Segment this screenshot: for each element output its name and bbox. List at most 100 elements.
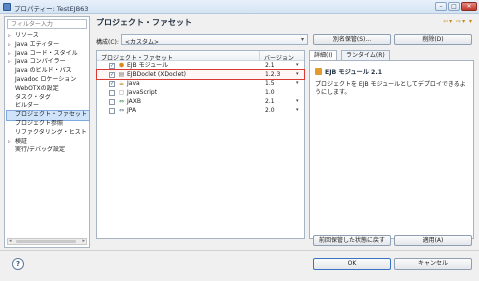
window-controls: – □ ✕ xyxy=(435,2,477,11)
facet-name: JavaScript xyxy=(127,89,158,96)
ok-button[interactable]: OK xyxy=(313,258,391,270)
property-tree: ▹ リソース ▹ Java エディター ▹ Java コード・スタイル ▹ Java コンパイ… xyxy=(6,32,90,155)
config-label: 構成(C): xyxy=(96,39,119,46)
facet-checkbox[interactable] xyxy=(109,98,115,105)
sidebar: ▹ リソース ▹ Java エディター ▹ Java コード・スタイル ▹ Java コンパイ… xyxy=(4,16,90,248)
sidebar-item[interactable]: Java のビルド・パス xyxy=(7,67,89,76)
revert-button[interactable]: 前回保管した状態に戻す xyxy=(313,235,391,246)
window-title: プロパティー: TestEJB63 xyxy=(14,5,89,13)
jpa-icon: ⇔ xyxy=(118,107,125,114)
expand-arrow-icon[interactable]: ▹ xyxy=(8,58,11,67)
detail-tabs: 詳細(I) ランタイム(R) xyxy=(309,50,474,60)
sidebar-item[interactable]: ▹ 検証 xyxy=(7,138,89,147)
facet-version[interactable]: 2.0 xyxy=(265,106,275,115)
sidebar-item[interactable]: ビルダー xyxy=(7,102,89,111)
maximize-icon[interactable]: □ xyxy=(448,2,460,11)
version-dropdown-icon[interactable]: ▾ xyxy=(296,106,299,115)
sidebar-item-label: タスク・タグ xyxy=(15,93,51,101)
expand-arrow-icon[interactable]: ▹ xyxy=(8,41,11,50)
version-dropdown-icon[interactable]: ▾ xyxy=(296,97,299,106)
scroll-left-icon[interactable]: ◂ xyxy=(9,239,12,244)
config-value: <カスタム> xyxy=(125,38,160,46)
sidebar-item[interactable]: リファクタリング・ヒスト xyxy=(7,129,89,138)
sidebar-item[interactable]: ▹ Java コード・スタイル xyxy=(7,50,89,59)
tab-runtime[interactable]: ランタイム(R) xyxy=(341,50,390,60)
close-icon[interactable]: ✕ xyxy=(461,2,477,11)
page-title: プロジェクト・ファセット xyxy=(96,18,192,27)
sidebar-item[interactable]: プロジェクト参照 xyxy=(7,120,89,129)
ejb-icon: ⬢ xyxy=(118,62,125,69)
scroll-thumb[interactable] xyxy=(16,240,76,243)
facet-checkbox[interactable]: ✓ xyxy=(109,62,115,69)
facet-checkbox[interactable] xyxy=(109,89,115,96)
sidebar-item-label: 実行/デバッグ設定 xyxy=(15,146,66,154)
facet-name: EJB モジュール xyxy=(127,62,169,69)
facet-row[interactable]: ✓ ☕ Java 1.5 ▾ xyxy=(97,79,304,88)
facet-version[interactable]: 1.0 xyxy=(265,88,275,97)
tab-details[interactable]: 詳細(I) xyxy=(309,50,338,60)
app-icon xyxy=(3,3,11,11)
sidebar-item-label: WebOTXの設定 xyxy=(15,84,59,92)
expand-arrow-icon[interactable]: ▹ xyxy=(8,138,11,147)
facet-rows: ✓ ⬢ EJB モジュール 2.1 ▾ ✓ ▤ EJBDoclet (XDoclet) 1.2.… xyxy=(96,61,305,115)
sidebar-item-label: 検証 xyxy=(15,137,28,145)
facet-row[interactable]: ⇔ JAXB 2.1 ▾ xyxy=(97,97,304,106)
sidebar-item-label: プロジェクト参照 xyxy=(15,119,64,127)
sidebar-item-label: ビルダー xyxy=(15,102,40,110)
help-icon[interactable]: ? xyxy=(12,258,24,270)
nav-arrows[interactable]: ⇦▾ ⇨▾ ▾ xyxy=(443,18,473,25)
detail-title: EJB モジュール 2.1 xyxy=(315,67,382,76)
facets-header: プロジェクト・ファセット バージョン xyxy=(97,51,304,62)
sidebar-item[interactable]: ▹ Java コンパイラー xyxy=(7,58,89,67)
sidebar-item[interactable]: WebOTXの設定 xyxy=(7,85,89,94)
sidebar-item-label: リソース xyxy=(15,32,39,39)
ejb-icon xyxy=(315,68,322,75)
facet-name: JPA xyxy=(127,107,137,114)
facet-row[interactable]: ▢ JavaScript 1.0 xyxy=(97,88,304,97)
java-icon: ☕ xyxy=(118,80,125,87)
sidebar-item-label: プロジェクト・ファセット xyxy=(15,111,88,119)
version-dropdown-icon[interactable]: ▾ xyxy=(296,79,299,88)
sidebar-item[interactable]: ▹ リソース xyxy=(7,32,89,41)
filter-input[interactable] xyxy=(7,19,87,29)
sidebar-item-label: Java エディター xyxy=(15,40,60,48)
facet-name: Java xyxy=(127,80,140,87)
facets-table: プロジェクト・ファセット バージョン ✓ ⬢ EJB モジュール 2.1 ▾ ✓ ▤ EJBD… xyxy=(96,50,305,239)
divider xyxy=(0,250,479,251)
delete-button[interactable]: 削除(D) xyxy=(394,34,472,45)
expand-arrow-icon[interactable]: ▹ xyxy=(8,50,11,59)
minimize-icon[interactable]: – xyxy=(435,2,447,11)
sidebar-item[interactable]: タスク・タグ xyxy=(7,94,89,103)
save-as-button[interactable]: 別名保管(S)... xyxy=(313,34,391,45)
facet-row[interactable]: ✓ ⬢ EJB モジュール 2.1 ▾ xyxy=(97,61,304,70)
facet-version[interactable]: 2.1 xyxy=(265,61,275,70)
facet-row[interactable]: ✓ ▤ EJBDoclet (XDoclet) 1.2.3 ▾ xyxy=(96,69,305,80)
facet-version[interactable]: 1.2.3 xyxy=(265,70,280,79)
version-dropdown-icon[interactable]: ▾ xyxy=(296,61,299,70)
scroll-right-icon[interactable]: ▸ xyxy=(82,239,85,244)
apply-button[interactable]: 適用(A) xyxy=(394,235,472,246)
facet-name: JAXB xyxy=(127,98,141,105)
facet-version[interactable]: 1.5 xyxy=(265,79,275,88)
sidebar-item-label: リファクタリング・ヒスト xyxy=(15,128,87,136)
sidebar-item[interactable]: 実行/デバッグ設定 xyxy=(7,146,89,155)
facet-checkbox[interactable]: ✓ xyxy=(109,80,115,87)
sidebar-item[interactable]: プロジェクト・ファセット xyxy=(6,110,90,121)
facet-checkbox[interactable] xyxy=(109,107,115,114)
chevron-down-icon: ▾ xyxy=(300,36,304,43)
version-dropdown-icon[interactable]: ▾ xyxy=(296,70,299,79)
sidebar-item-label: Javadoc ロケーション xyxy=(15,75,77,83)
sidebar-item[interactable]: Javadoc ロケーション xyxy=(7,76,89,85)
facet-version[interactable]: 2.1 xyxy=(265,97,275,106)
horizontal-scrollbar[interactable]: ◂ ▸ xyxy=(7,238,87,245)
config-dropdown[interactable]: <カスタム> ▾ xyxy=(121,34,308,46)
jaxb-icon: ⇔ xyxy=(118,98,125,105)
facet-row[interactable]: ⇔ JPA 2.0 ▾ xyxy=(97,106,304,115)
sidebar-item[interactable]: ▹ Java エディター xyxy=(7,41,89,50)
cancel-button[interactable]: キャンセル xyxy=(394,258,472,270)
expand-arrow-icon[interactable]: ▹ xyxy=(8,32,11,41)
facet-name: EJBDoclet (XDoclet) xyxy=(127,71,186,78)
doclet-icon: ▤ xyxy=(118,71,125,78)
facet-checkbox[interactable]: ✓ xyxy=(109,71,115,78)
sidebar-item-label: Java のビルド・パス xyxy=(15,67,72,75)
